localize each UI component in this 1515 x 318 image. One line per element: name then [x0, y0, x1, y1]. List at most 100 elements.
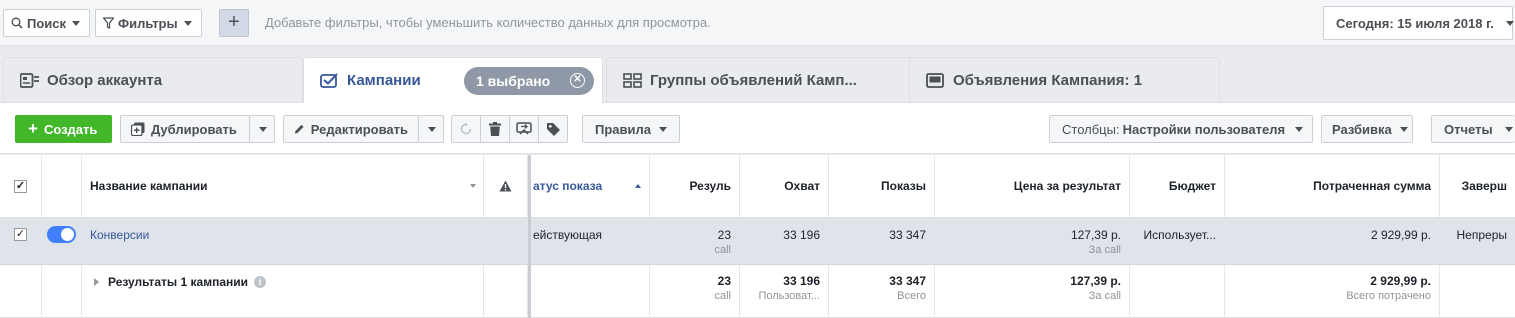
frozen-column-divider[interactable]: [528, 155, 531, 318]
row-reach-cell: 33 196: [740, 218, 829, 264]
col-header-cost[interactable]: Цена за результат: [935, 155, 1130, 217]
refresh-icon: [460, 122, 472, 135]
date-range-button[interactable]: Сегодня: 15 июля 2018 г.: [1323, 6, 1514, 40]
toolbar: + Создать Дублировать Редактировать Прав…: [0, 102, 1515, 154]
filters-label: Фильтры: [118, 15, 178, 31]
col-header-ends-label: Заверш: [1461, 179, 1507, 193]
duplicate-menu-button[interactable]: [249, 115, 275, 143]
chevron-down-icon: [1504, 126, 1513, 132]
row-checkbox[interactable]: ✓: [14, 227, 27, 241]
ads-icon: [926, 72, 944, 88]
selected-count-label: 1 выбрано: [476, 73, 551, 89]
campaigns-table: ✓ Название кампании атус показа Резуль О…: [0, 155, 1515, 318]
campaign-cost-sub: За call: [1088, 244, 1121, 256]
campaign-spent: 2 929,99 р.: [1370, 228, 1431, 242]
filter-bar: Поиск Фильтры + Добавьте фильтры, чтобы …: [0, 0, 1515, 46]
totals-empty-cell: [1130, 265, 1225, 317]
col-header-name[interactable]: Название кампании: [82, 155, 484, 217]
totals-label-cell[interactable]: Результаты 1 кампании i: [82, 265, 484, 317]
totals-cost-sub: За call: [1088, 290, 1121, 302]
col-header-delivery[interactable]: атус показа: [531, 155, 650, 217]
col-header-results[interactable]: Резуль: [650, 155, 740, 217]
tab-account-overview[interactable]: Обзор аккаунта: [3, 57, 303, 102]
edit-menu-button[interactable]: [418, 115, 444, 143]
totals-label: Результаты 1 кампании: [108, 275, 249, 289]
add-filter-button[interactable]: +: [219, 9, 249, 37]
rules-button[interactable]: Правила: [582, 115, 680, 143]
breakdown-button[interactable]: Разбивка: [1321, 115, 1413, 143]
select-all-checkbox[interactable]: ✓: [14, 179, 27, 193]
campaign-results-sub: call: [714, 244, 731, 256]
table-header-row: ✓ Название кампании атус показа Резуль О…: [0, 155, 1515, 218]
tab-ads[interactable]: Объявления Кампания: 1: [909, 57, 1220, 102]
totals-results-cell: 23 call: [650, 265, 740, 317]
col-header-impressions[interactable]: Показы: [829, 155, 935, 217]
tab-ad-sets[interactable]: Группы объявлений Камп...: [606, 57, 926, 102]
totals-empty-cell: [1440, 265, 1515, 317]
row-name-cell: Конверсии: [82, 218, 484, 264]
campaign-delivery-status: ействующая: [533, 228, 603, 242]
totals-row: Результаты 1 кампании i 23 call 33 196 П…: [0, 265, 1515, 318]
col-header-ends[interactable]: Заверш: [1440, 155, 1515, 217]
campaign-name-link[interactable]: Конверсии: [90, 228, 475, 242]
refresh-button[interactable]: [451, 115, 481, 143]
row-ends-cell: Непреры: [1440, 218, 1515, 264]
table-row[interactable]: ✓ Конверсии ействующая 23 call 33 196 33…: [0, 218, 1515, 265]
toggle-header-cell: [42, 155, 82, 217]
reports-button[interactable]: Отчеты: [1431, 115, 1515, 143]
account-overview-icon: [20, 72, 39, 88]
filters-button[interactable]: Фильтры: [95, 9, 202, 37]
sort-ascending-icon: [635, 184, 641, 188]
campaign-reach: 33 196: [783, 228, 820, 242]
col-header-cost-label: Цена за результат: [1013, 179, 1121, 193]
row-impressions-cell: 33 347: [829, 218, 935, 264]
expand-triangle-icon[interactable]: [94, 278, 99, 286]
row-results-cell: 23 call: [650, 218, 740, 264]
chevron-down-icon: [72, 20, 81, 26]
col-header-impressions-label: Показы: [881, 179, 926, 193]
tab-ad-sets-label: Группы объявлений Камп...: [650, 71, 857, 89]
totals-cost-cell: 127,39 р. За call: [935, 265, 1130, 317]
totals-results-sub: call: [714, 290, 731, 302]
info-icon[interactable]: i: [254, 276, 267, 288]
tag-icon: [546, 122, 560, 136]
chevron-down-icon: [1505, 20, 1514, 26]
duplicate-button[interactable]: Дублировать: [120, 115, 250, 143]
row-warning-cell: [484, 218, 528, 264]
selected-count-pill[interactable]: 1 выбрано ✕: [464, 67, 594, 95]
totals-empty-cell: [531, 265, 650, 317]
col-header-budget-label: Бюджет: [1168, 179, 1216, 193]
totals-results: 23: [717, 274, 731, 288]
ad-sets-icon: [623, 72, 642, 88]
col-header-budget[interactable]: Бюджет: [1130, 155, 1225, 217]
campaign-toggle[interactable]: [47, 225, 76, 243]
row-spent-cell: 2 929,99 р.: [1225, 218, 1440, 264]
col-header-spent[interactable]: Потраченная сумма: [1225, 155, 1440, 217]
edit-button[interactable]: Редактировать: [283, 115, 419, 143]
tag-button[interactable]: [538, 115, 568, 143]
col-header-warnings[interactable]: [484, 155, 528, 217]
col-header-reach[interactable]: Охват: [740, 155, 829, 217]
totals-impressions-sub: Всего: [897, 290, 926, 302]
search-button[interactable]: Поиск: [3, 9, 90, 37]
campaign-budget: Использует...: [1143, 228, 1216, 242]
sort-icon: [470, 184, 476, 188]
ab-test-button[interactable]: [509, 115, 539, 143]
totals-spent-sub: Всего потрачено: [1346, 290, 1431, 302]
warning-icon: [499, 180, 512, 192]
totals-reach-cell: 33 196 Пользоват...: [740, 265, 829, 317]
chevron-down-icon: [1295, 126, 1304, 132]
chevron-down-icon: [259, 126, 267, 132]
edit-label: Редактировать: [310, 121, 408, 137]
row-toggle-cell: [42, 218, 82, 264]
row-budget-cell: Использует...: [1130, 218, 1225, 264]
create-button[interactable]: + Создать: [15, 115, 112, 143]
tab-account-overview-label: Обзор аккаунта: [47, 71, 163, 89]
pencil-icon: [294, 124, 304, 134]
delete-button[interactable]: [480, 115, 510, 143]
close-icon[interactable]: ✕: [570, 73, 585, 88]
row-delivery-cell: ействующая: [531, 218, 650, 264]
search-label: Поиск: [27, 15, 67, 31]
columns-button[interactable]: Столбцы: Настройки пользователя: [1049, 115, 1313, 143]
funnel-icon: [103, 17, 114, 29]
